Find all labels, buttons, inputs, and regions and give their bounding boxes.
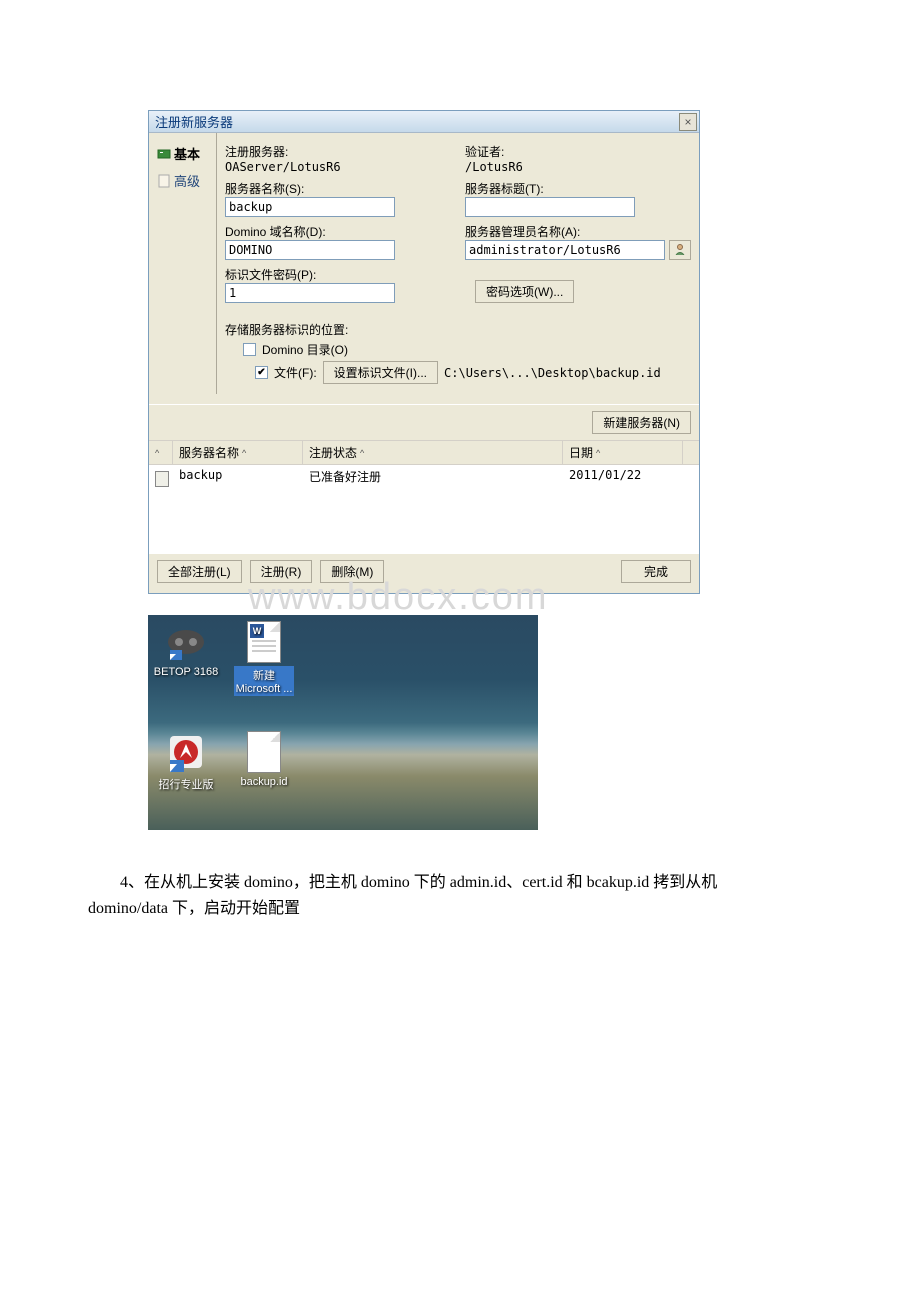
- dialog-title: 注册新服务器: [155, 112, 233, 131]
- domino-dir-label: Domino 目录(O): [262, 341, 348, 358]
- person-icon: [674, 243, 686, 258]
- id-password-label: 标识文件密码(P):: [225, 266, 447, 283]
- set-id-file-button[interactable]: 设置标识文件(I)...: [323, 361, 438, 384]
- col-date[interactable]: 日期^: [563, 441, 683, 464]
- domino-dir-checkbox[interactable]: [243, 343, 256, 356]
- admin-name-label: 服务器管理员名称(A):: [465, 223, 691, 240]
- admin-picker-button[interactable]: [669, 240, 691, 260]
- domino-domain-input[interactable]: [225, 240, 395, 260]
- server-title-input[interactable]: [465, 197, 635, 217]
- cell-name: backup: [173, 465, 303, 493]
- desktop-label-selected: 新建Microsoft ...: [234, 666, 295, 696]
- sidebar: 基本 高级: [149, 133, 217, 394]
- server-name-label: 服务器名称(S):: [225, 180, 447, 197]
- server-icon: [157, 147, 171, 161]
- sort-icon: ^: [360, 448, 364, 458]
- password-options-button[interactable]: 密码选项(W)...: [475, 280, 574, 303]
- sort-icon: ^: [155, 448, 159, 458]
- sidebar-item-advanced[interactable]: 高级: [153, 168, 212, 193]
- cell-date: 2011/01/22: [563, 465, 683, 493]
- cell-status: 已准备好注册: [303, 465, 563, 493]
- file-checkbox[interactable]: [255, 366, 268, 379]
- reg-server-value: OAServer/LotusR6: [225, 160, 447, 174]
- sidebar-item-basic[interactable]: 基本: [153, 141, 212, 166]
- admin-name-input[interactable]: [465, 240, 665, 260]
- titlebar: 注册新服务器 ×: [149, 111, 699, 133]
- reg-server-label: 注册服务器:: [225, 143, 447, 160]
- desktop-icon-betop[interactable]: BETOP 3168: [150, 621, 222, 678]
- domino-domain-label: Domino 域名称(D):: [225, 223, 447, 240]
- watermark: www.bdocx.com: [248, 576, 770, 619]
- new-server-button[interactable]: 新建服务器(N): [592, 411, 691, 434]
- desktop-label: backup.id: [228, 776, 300, 788]
- register-server-dialog: 注册新服务器 × 基本 高级: [148, 110, 700, 594]
- desktop-label: BETOP 3168: [150, 666, 222, 678]
- col-server-name[interactable]: 服务器名称^: [173, 441, 303, 464]
- sidebar-label-basic: 基本: [174, 144, 200, 163]
- table-row[interactable]: backup 已准备好注册 2011/01/22: [149, 465, 699, 553]
- desktop-label: 招行专业版: [150, 776, 222, 792]
- storage-label: 存储服务器标识的位置:: [225, 321, 691, 338]
- sort-icon: ^: [242, 448, 246, 458]
- col-status[interactable]: 注册状态^: [303, 441, 563, 464]
- desktop-icon-cmb[interactable]: 招行专业版: [150, 731, 222, 792]
- cmb-icon: [165, 731, 207, 773]
- desktop-screenshot: BETOP 3168 W 新建Microsoft ... 招行专业版: [148, 615, 538, 830]
- certifier-value: /LotusR6: [465, 160, 691, 174]
- server-name-input[interactable]: [225, 197, 395, 217]
- server-title-label: 服务器标题(T):: [465, 180, 691, 197]
- close-icon: ×: [684, 115, 691, 129]
- id-file-path: C:\Users\...\Desktop\backup.id: [444, 366, 661, 380]
- server-table-header: ^ 服务器名称^ 注册状态^ 日期^: [149, 440, 699, 465]
- word-doc-icon: W: [243, 621, 285, 663]
- desktop-icon-backupid[interactable]: backup.id: [228, 731, 300, 788]
- gamepad-icon: [165, 621, 207, 663]
- certifier-label: 验证者:: [465, 143, 691, 160]
- id-password-input[interactable]: [225, 283, 395, 303]
- server-row-icon: [155, 471, 169, 487]
- sort-icon: ^: [596, 448, 600, 458]
- register-all-button[interactable]: 全部注册(L): [157, 560, 242, 583]
- page-icon: [157, 174, 171, 188]
- close-button[interactable]: ×: [679, 113, 697, 131]
- file-label: 文件(F):: [274, 364, 317, 381]
- instruction-text: 4、在从机上安装 domino，把主机 domino 下的 admin.id、c…: [88, 870, 788, 921]
- form-area: 注册服务器: OAServer/LotusR6 验证者: /LotusR6 服务…: [217, 133, 699, 394]
- file-icon: [243, 731, 285, 773]
- done-button[interactable]: 完成: [621, 560, 691, 583]
- sidebar-label-advanced: 高级: [174, 171, 200, 190]
- desktop-icon-newdoc[interactable]: W 新建Microsoft ...: [228, 621, 300, 696]
